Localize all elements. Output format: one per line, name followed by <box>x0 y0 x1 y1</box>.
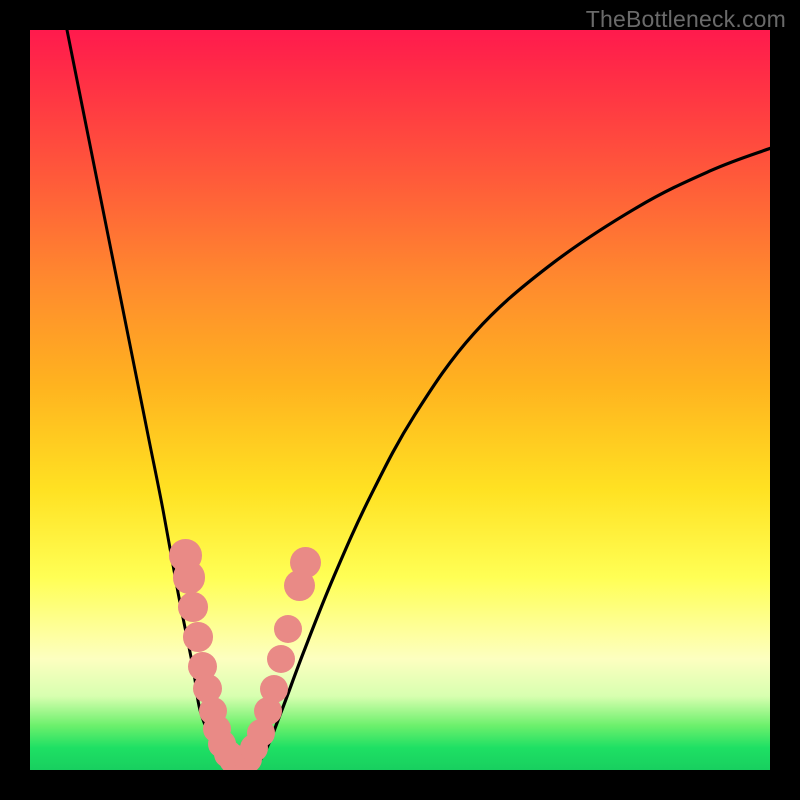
data-marker <box>290 547 321 578</box>
watermark-text: TheBottleneck.com <box>586 6 786 33</box>
data-marker <box>267 645 295 673</box>
chart-stage: TheBottleneck.com <box>0 0 800 800</box>
right-curve <box>237 148 770 770</box>
plot-area <box>30 30 770 770</box>
data-marker <box>173 561 206 594</box>
curves-layer <box>30 30 770 770</box>
data-marker <box>183 622 213 652</box>
data-marker <box>178 592 208 622</box>
data-marker <box>260 675 288 703</box>
